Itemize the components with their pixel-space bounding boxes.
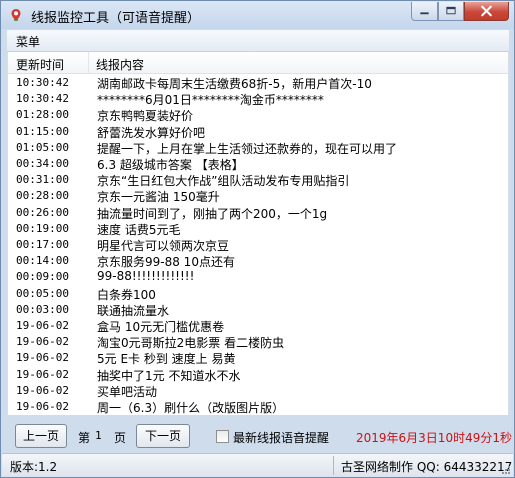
page-prefix-label: 第 [78, 431, 91, 445]
row-time: 01:15:00 [16, 124, 69, 138]
list-row[interactable]: 00:31:00 京东“生日红包大作战”组队活动发布专用贴指引 [8, 171, 508, 188]
page-suffix-label: 页 [114, 431, 127, 445]
minimize-button[interactable] [411, 2, 438, 21]
next-page-button[interactable]: 下一页 [136, 424, 190, 448]
resize-grip-icon[interactable] [501, 465, 511, 475]
pager-controls: 上一页 第 1 页 下一页 最新线报语音提醒 2019年6月3日10时49分1秒 [7, 415, 512, 453]
news-list[interactable]: 更新时间 线报内容 10:30:42 湖南邮政卡每周末生活缴费68折-5，新用户首… [7, 52, 509, 415]
list-row[interactable]: 10:30:42 ********6月01日********淘金币******** [8, 90, 508, 107]
list-row[interactable]: 00:19:00 速度 话费5元毛 [8, 220, 508, 237]
row-time: 01:28:00 [16, 108, 69, 122]
menu-bar: 菜单 [7, 30, 509, 52]
row-time: 19-06-02 [16, 351, 69, 365]
list-row[interactable]: 00:34:00 6.3 超级城市答案 【表格】 [8, 155, 508, 172]
column-divider[interactable] [88, 52, 89, 74]
row-time: 19-06-02 [16, 400, 69, 413]
row-time: 00:28:00 [16, 189, 69, 203]
row-content: 周一（6.3）刷什么（改版图片版） [97, 401, 285, 415]
app-location-icon [11, 9, 21, 21]
row-time: 00:03:00 [16, 302, 69, 316]
row-time: 00:09:00 [16, 270, 69, 284]
list-row[interactable]: 19-06-02 淘宝0元哥斯拉2电影票 看二楼防虫 [8, 333, 508, 350]
list-row[interactable]: 00:09:00 99-88!!!!!!!!!!!!! [8, 268, 508, 285]
version-text: 版本:1.2 [10, 460, 58, 474]
list-row[interactable]: 01:28:00 京东鸭鸭夏装好价 [8, 106, 508, 123]
list-row[interactable]: 00:26:00 抽流量时间到了，刚抽了两个200，一个1g [8, 204, 508, 221]
list-row[interactable]: 19-06-02 5元 E卡 秒到 速度上 易黄 [8, 349, 508, 366]
list-row[interactable]: 00:17:00 明星代言可以领两次京豆 [8, 236, 508, 253]
list-row[interactable]: 01:15:00 舒蕾洗发水算好价吧 [8, 123, 508, 140]
list-row[interactable]: 19-06-02 买单吧活动 [8, 382, 508, 399]
menu-item-main[interactable]: 菜单 [16, 33, 40, 50]
row-time: 19-06-02 [16, 383, 69, 397]
row-time: 10:30:42 [16, 76, 69, 89]
row-time: 00:19:00 [16, 221, 69, 235]
row-time: 00:34:00 [16, 157, 69, 170]
voice-alert-label[interactable]: 最新线报语音提醒 [233, 429, 329, 446]
list-row[interactable]: 00:14:00 京东服务99-88 10点还有 [8, 252, 508, 269]
current-datetime: 2019年6月3日10时49分1秒 [356, 431, 512, 445]
voice-alert-checkbox[interactable] [216, 430, 229, 443]
list-row[interactable]: 19-06-02 周一（6.3）刷什么（改版图片版） [8, 398, 508, 415]
row-time: 19-06-02 [16, 335, 69, 349]
window-title: 线报监控工具（可语音提醒） [31, 11, 201, 26]
column-header-content[interactable]: 线报内容 [96, 56, 144, 73]
minimize-icon [420, 12, 429, 15]
row-time: 00:31:00 [16, 173, 69, 187]
page-number: 1 [95, 429, 102, 442]
status-version-pane: 版本:1.2 [6, 456, 334, 475]
credit-text: 古圣网络制作 QQ: 644332217 [341, 460, 513, 474]
title-bar[interactable]: 线报监控工具（可语音提醒） [1, 1, 514, 29]
close-button[interactable] [464, 2, 509, 21]
row-time: 00:26:00 [16, 205, 69, 219]
row-time: 00:17:00 [16, 238, 69, 251]
app-window: 线报监控工具（可语音提醒） 菜单 更新时间 线报内容 10:30:42 湖南邮政卡 [0, 0, 515, 478]
list-row[interactable]: 00:28:00 京东一元酱油 150毫升 [8, 187, 508, 204]
close-icon [481, 5, 492, 17]
row-time: 19-06-02 [16, 367, 69, 381]
row-time: 01:05:00 [16, 140, 69, 154]
list-row[interactable]: 00:03:00 联通抽流量水 [8, 301, 508, 318]
row-time: 00:14:00 [16, 254, 69, 268]
maximize-button[interactable] [438, 2, 464, 21]
list-body: 10:30:42 湖南邮政卡每周末生活缴费68折-5，新用户首次-10 10:30:… [8, 74, 508, 415]
status-bar: 版本:1.2 古圣网络制作 QQ: 644332217 [2, 453, 513, 477]
list-row[interactable]: 01:05:00 提醒一下，上月在掌上生活领过还款券的，现在可以用了 [8, 139, 508, 156]
prev-page-button[interactable]: 上一页 [15, 424, 67, 448]
row-time: 00:05:00 [16, 286, 69, 300]
column-header-time[interactable]: 更新时间 [16, 56, 64, 73]
row-time: 10:30:42 [16, 92, 69, 106]
row-time: 19-06-02 [16, 319, 69, 332]
list-row[interactable]: 10:30:42 湖南邮政卡每周末生活缴费68折-5，新用户首次-10 [8, 74, 508, 91]
list-row[interactable]: 19-06-02 抽奖中了1元 不知道水不水 [8, 366, 508, 383]
list-row[interactable]: 00:05:00 白条券100 [8, 285, 508, 302]
maximize-icon [446, 6, 456, 15]
row-content: 99-88!!!!!!!!!!!!! [97, 269, 195, 284]
list-header: 更新时间 线报内容 [8, 52, 508, 74]
list-row[interactable]: 19-06-02 盒马 10元无门槛优惠卷 [8, 317, 508, 334]
